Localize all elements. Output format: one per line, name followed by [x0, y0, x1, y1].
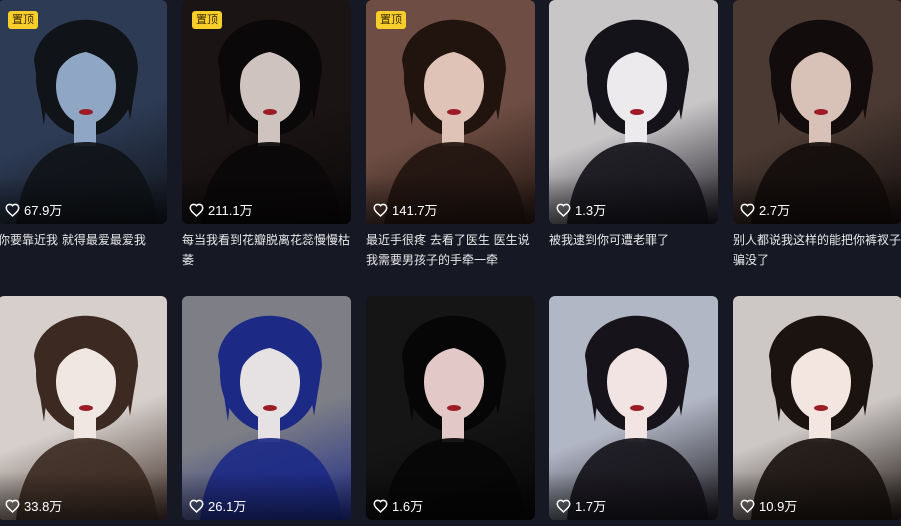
like-count-label: 1.3万 — [575, 203, 607, 218]
video-card[interactable]: 26.1万 — [182, 296, 351, 526]
video-card[interactable]: 置顶 211.1万每当我看到花瓣脱离花蕊慢慢枯萎 — [182, 0, 351, 270]
like-count: 1.7万 — [556, 496, 606, 515]
video-thumbnail[interactable]: 置顶 211.1万 — [182, 0, 351, 224]
pinned-badge: 置顶 — [8, 11, 38, 29]
like-count: 141.7万 — [373, 200, 438, 219]
like-count: 26.1万 — [189, 496, 246, 515]
like-count-label: 10.9万 — [759, 499, 798, 514]
heart-icon — [556, 203, 571, 217]
heart-icon — [740, 203, 755, 217]
heart-icon — [5, 203, 20, 217]
video-thumbnail[interactable]: 1.7万 — [549, 296, 718, 520]
like-count: 211.1万 — [189, 200, 253, 219]
like-count: 33.8万 — [5, 496, 62, 515]
video-card[interactable]: 10.9万 — [733, 296, 901, 526]
heart-icon — [189, 499, 204, 513]
like-count: 1.6万 — [373, 496, 423, 515]
video-card[interactable]: 33.8万 — [0, 296, 167, 526]
like-count-label: 141.7万 — [392, 203, 438, 218]
video-thumbnail[interactable]: 26.1万 — [182, 296, 351, 520]
video-thumbnail[interactable]: 2.7万 — [733, 0, 901, 224]
heart-icon — [373, 499, 388, 513]
video-thumbnail[interactable]: 10.9万 — [733, 296, 901, 520]
video-card[interactable]: 2.7万别人都说我这样的能把你裤衩子骗没了 — [733, 0, 901, 270]
video-thumbnail[interactable]: 1.3万 — [549, 0, 718, 224]
heart-icon — [740, 499, 755, 513]
heart-icon — [189, 203, 204, 217]
video-thumbnail[interactable]: 置顶 67.9万 — [0, 0, 167, 224]
like-count: 10.9万 — [740, 496, 797, 515]
like-count: 2.7万 — [740, 200, 790, 219]
like-count-label: 33.8万 — [24, 499, 63, 514]
video-card[interactable]: 置顶 141.7万最近手很疼 去看了医生 医生说我需要男孩子的手牵一牵 — [366, 0, 535, 270]
video-thumbnail[interactable]: 33.8万 — [0, 296, 167, 520]
like-count-label: 2.7万 — [759, 203, 791, 218]
video-caption[interactable]: 最近手很疼 去看了医生 医生说我需要男孩子的手牵一牵 — [366, 230, 535, 270]
video-caption[interactable]: 被我逮到你可遭老罪了 — [549, 230, 718, 250]
pinned-badge: 置顶 — [376, 11, 406, 29]
like-count-label: 211.1万 — [208, 203, 253, 218]
like-count: 67.9万 — [5, 200, 62, 219]
like-count-label: 1.7万 — [575, 499, 607, 514]
heart-icon — [373, 203, 388, 217]
video-card[interactable]: 1.7万 — [549, 296, 718, 526]
video-caption[interactable]: 你要靠近我 就得最爱最爱我 — [0, 230, 167, 250]
like-count: 1.3万 — [556, 200, 606, 219]
video-thumbnail[interactable]: 置顶 141.7万 — [366, 0, 535, 224]
like-count-label: 1.6万 — [392, 499, 424, 514]
video-card[interactable]: 1.3万被我逮到你可遭老罪了 — [549, 0, 718, 250]
heart-icon — [556, 499, 571, 513]
like-count-label: 67.9万 — [24, 203, 63, 218]
pinned-badge: 置顶 — [192, 11, 222, 29]
video-card[interactable]: 置顶 67.9万你要靠近我 就得最爱最爱我 — [0, 0, 167, 250]
video-caption[interactable]: 别人都说我这样的能把你裤衩子骗没了 — [733, 230, 901, 270]
video-card[interactable]: 1.6万 — [366, 296, 535, 526]
like-count-label: 26.1万 — [208, 499, 247, 514]
video-caption[interactable]: 每当我看到花瓣脱离花蕊慢慢枯萎 — [182, 230, 351, 270]
video-thumbnail[interactable]: 1.6万 — [366, 296, 535, 520]
video-grid: 置顶 67.9万你要靠近我 就得最爱最爱我 置顶 211.1万每当我看到花瓣脱离花蕊慢… — [0, 0, 901, 521]
heart-icon — [5, 499, 20, 513]
